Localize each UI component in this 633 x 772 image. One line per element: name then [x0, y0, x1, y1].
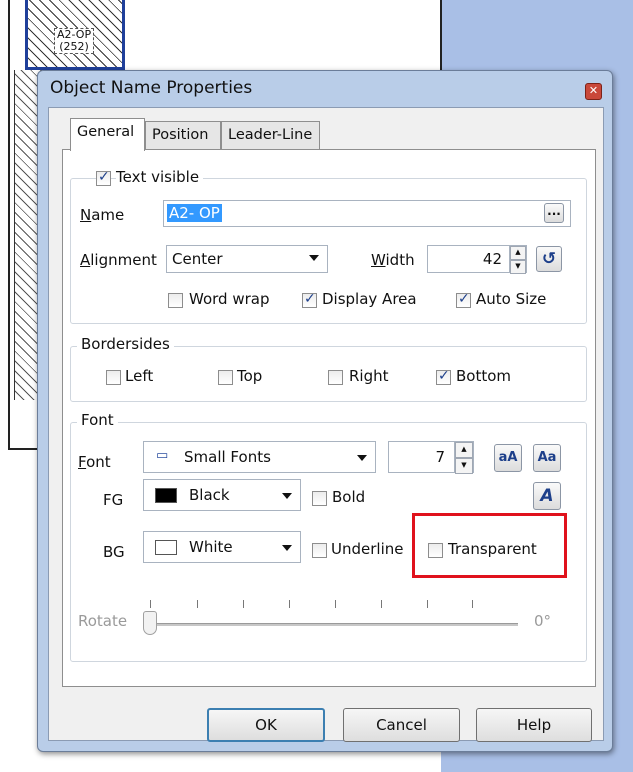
help-button[interactable]: Help — [476, 708, 592, 742]
font-style-icon[interactable]: A — [533, 482, 561, 510]
bold-checkbox[interactable] — [312, 491, 327, 506]
fg-label: FG — [103, 491, 124, 509]
chevron-down-icon — [282, 493, 292, 499]
border-left-checkbox[interactable] — [106, 370, 121, 385]
cancel-button[interactable]: Cancel — [343, 708, 460, 742]
spin-up-icon[interactable]: ▲ — [455, 442, 473, 458]
text-visible-checkbox[interactable] — [96, 169, 111, 186]
slider-tick — [243, 600, 244, 608]
transparent-highlight-box — [412, 513, 567, 578]
slider-tick — [197, 600, 198, 608]
rotate-slider-thumb[interactable] — [143, 611, 157, 635]
spin-down-icon[interactable]: ▼ — [510, 260, 526, 274]
font-icon: ▭ — [156, 448, 169, 463]
underline-label: Underline — [331, 540, 404, 558]
room-label[interactable]: A2-OP (252) — [54, 28, 95, 54]
slider-tick — [427, 600, 428, 608]
slider-tick — [472, 600, 473, 608]
title-bar[interactable]: Object Name Properties ✕ — [38, 71, 612, 109]
tab-position-label: Position — [152, 127, 209, 143]
name-input[interactable]: A2- OP — [163, 200, 571, 227]
font-size-spinner[interactable]: 7 ▲ ▼ — [388, 441, 474, 474]
fg-color-select[interactable]: Black — [143, 479, 301, 511]
word-wrap-label: Word wrap — [189, 290, 270, 308]
font-size-spin-buttons[interactable]: ▲ ▼ — [454, 442, 473, 474]
font-grow-icon[interactable]: aA — [494, 444, 522, 472]
font-shrink-icon[interactable]: Aa — [533, 444, 561, 472]
border-bottom-label: Bottom — [456, 367, 512, 385]
border-right-label: Right — [349, 367, 389, 385]
chevron-down-icon — [282, 545, 292, 551]
ok-button[interactable]: OK — [207, 708, 325, 742]
tab-general[interactable]: General — [70, 118, 145, 151]
rotate-value: 0° — [534, 612, 552, 630]
width-label: Width — [371, 251, 415, 269]
bold-label: Bold — [332, 488, 366, 506]
display-area-label: Display Area — [322, 290, 417, 308]
slider-tick — [150, 600, 151, 608]
fg-color-value: Black — [189, 486, 230, 504]
width-spinner[interactable]: 42 ▲ ▼ — [427, 245, 527, 274]
refresh-icon[interactable]: ↺ — [536, 246, 562, 272]
auto-size-checkbox[interactable] — [456, 291, 471, 308]
bg-color-swatch — [155, 540, 177, 555]
tab-general-label: General — [77, 124, 135, 140]
fg-color-swatch — [155, 488, 177, 503]
bg-color-select[interactable]: White — [143, 531, 301, 563]
slider-tick — [335, 600, 336, 608]
tab-position[interactable]: Position — [145, 121, 221, 149]
spin-down-icon[interactable]: ▼ — [455, 458, 473, 474]
border-left-label: Left — [125, 367, 154, 385]
width-spin-buttons[interactable]: ▲ ▼ — [509, 246, 526, 274]
room-label-number: (252) — [59, 40, 89, 53]
border-bottom-checkbox[interactable] — [436, 368, 451, 385]
font-group-title: Font — [77, 411, 118, 429]
display-area-checkbox[interactable] — [302, 291, 317, 308]
chevron-down-icon — [309, 255, 319, 261]
slider-tick — [289, 600, 290, 608]
bg-color-value: White — [189, 538, 233, 556]
font-label: Font — [78, 453, 111, 471]
auto-size-label: Auto Size — [476, 290, 547, 308]
alignment-label: Alignment — [80, 251, 157, 269]
word-wrap-checkbox[interactable] — [168, 293, 183, 308]
tab-leader-line[interactable]: Leader-Line — [221, 121, 320, 149]
close-icon[interactable]: ✕ — [585, 83, 602, 100]
font-size-value: 7 — [435, 448, 445, 466]
slider-tick — [381, 600, 382, 608]
spin-up-icon[interactable]: ▲ — [510, 246, 526, 260]
width-value: 42 — [482, 250, 502, 268]
text-visible-label: Text visible — [116, 168, 204, 186]
font-select[interactable]: ▭ Small Fonts — [143, 441, 376, 473]
tab-leader-line-label: Leader-Line — [228, 127, 313, 143]
font-value: Small Fonts — [184, 448, 271, 466]
rotate-label: Rotate — [78, 612, 128, 630]
chevron-down-icon — [357, 455, 367, 461]
dialog-title: Object Name Properties — [50, 78, 253, 98]
bg-label: BG — [103, 543, 125, 561]
name-label: Name — [80, 206, 125, 224]
border-top-checkbox[interactable] — [218, 370, 233, 385]
name-input-value: A2- OP — [167, 204, 222, 222]
browse-button[interactable]: ... — [544, 203, 564, 223]
alignment-select[interactable]: Center — [166, 245, 328, 273]
border-right-checkbox[interactable] — [328, 370, 343, 385]
rotate-slider-track[interactable] — [148, 623, 518, 626]
underline-checkbox[interactable] — [312, 543, 327, 558]
border-top-label: Top — [237, 367, 263, 385]
bordersides-title: Bordersides — [77, 335, 174, 353]
alignment-value: Center — [172, 250, 223, 268]
